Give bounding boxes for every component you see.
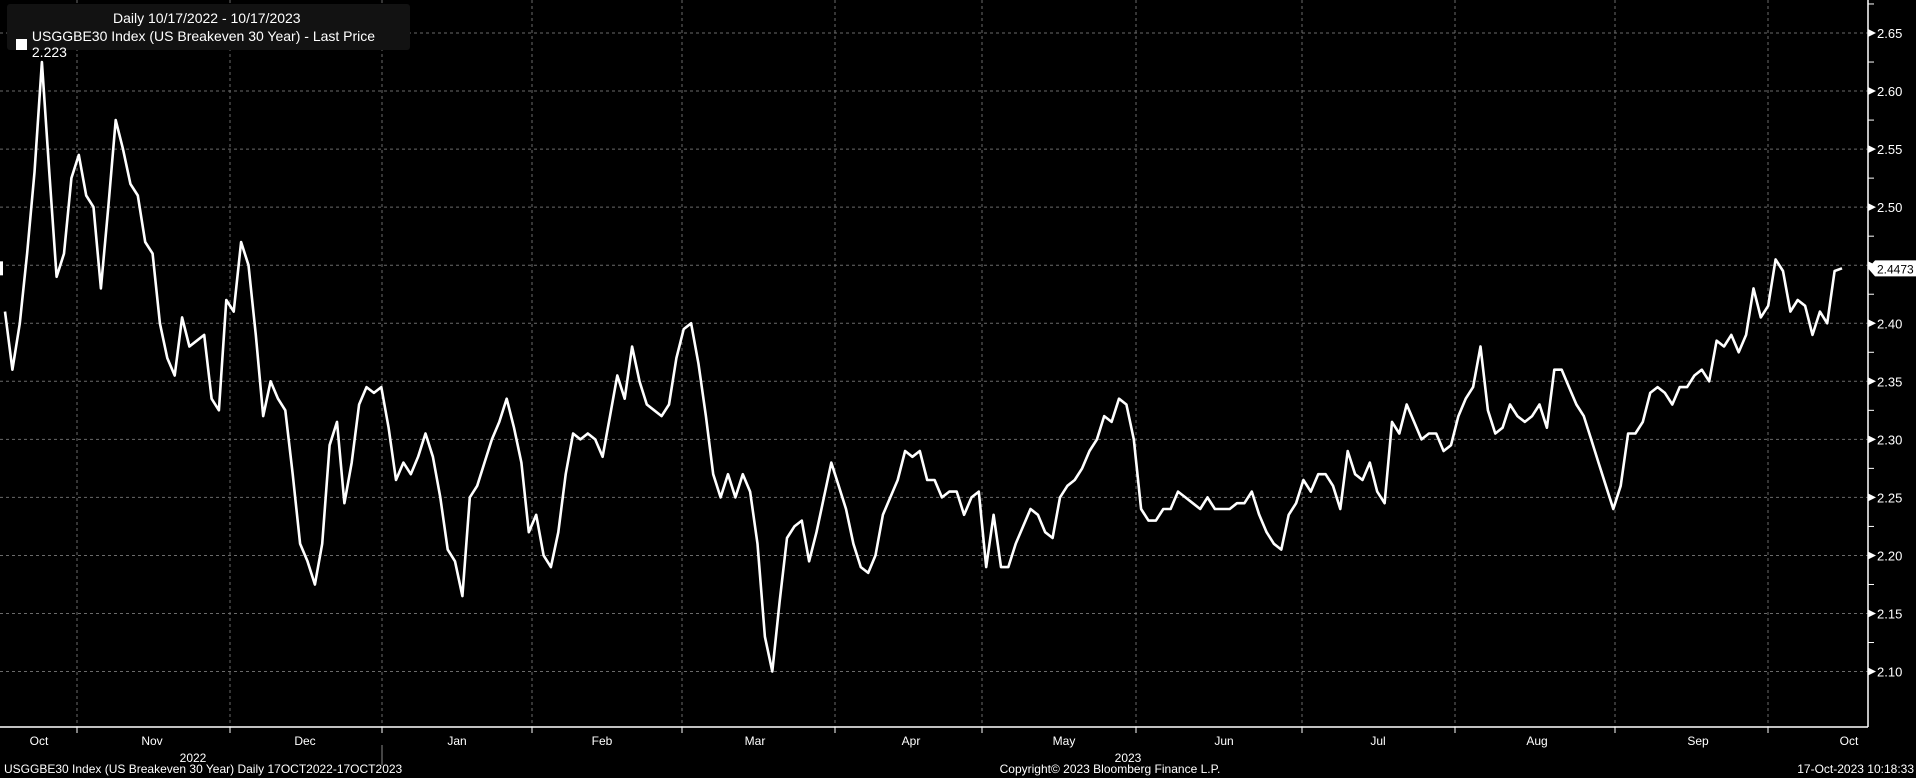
y-tick-marker (1868, 87, 1876, 96)
x-month-label: Nov (141, 734, 162, 748)
x-month-label: Feb (592, 734, 613, 748)
y-tick-label: 2.40 (1877, 316, 1902, 331)
last-price-label: 2.4473 (1877, 262, 1914, 276)
y-tick-label: 2.25 (1877, 490, 1902, 505)
legend-series-label: USGGBE30 Index (US Breakeven 30 Year) - … (31, 28, 376, 60)
y-tick-marker (1868, 667, 1876, 676)
legend: Daily 10/17/2022 - 10/17/2023 USGGBE30 I… (7, 4, 410, 60)
y-tick-label: 2.30 (1877, 432, 1902, 447)
y-tick-marker (1868, 29, 1876, 37)
y-tick-label: 2.55 (1877, 142, 1902, 157)
y-tick-label: 2.10 (1877, 665, 1902, 680)
left-price-marker (0, 261, 3, 276)
y-tick-label: 2.20 (1877, 548, 1902, 563)
x-month-label: Aug (1526, 734, 1547, 748)
x-month-label: Jun (1214, 734, 1233, 748)
series-line (3, 60, 1843, 673)
x-month-label: Sep (1687, 734, 1709, 748)
x-month-label: May (1053, 734, 1076, 748)
y-tick-marker (1868, 609, 1876, 618)
x-month-label: Apr (902, 734, 921, 748)
y-tick-marker (1868, 435, 1876, 444)
x-month-label: Jan (447, 734, 466, 748)
y-tick-marker (1868, 319, 1876, 328)
grid (0, 0, 1868, 727)
legend-entry: USGGBE30 Index (US Breakeven 30 Year) - … (16, 28, 410, 60)
y-tick-label: 2.60 (1877, 84, 1902, 99)
y-tick-marker (1868, 377, 1876, 386)
x-month-label: Oct (1840, 734, 1859, 748)
footer-security: USGGBE30 Index (US Breakeven 30 Year) Da… (4, 762, 403, 776)
y-tick-marker (1868, 203, 1876, 212)
footer-timestamp: 17-Oct-2023 10:18:33 (1797, 762, 1914, 776)
y-tick-marker (1868, 493, 1876, 502)
x-month-label: Jul (1370, 734, 1385, 748)
y-axis: 2.102.152.202.252.302.352.402.452.502.55… (0, 0, 1916, 727)
legend-period: Daily 10/17/2022 - 10/17/2023 (113, 10, 301, 26)
y-tick-marker (1868, 145, 1876, 154)
y-tick-label: 2.50 (1877, 200, 1902, 215)
y-tick-marker (1868, 551, 1876, 560)
line-chart: 2.102.152.202.252.302.352.402.452.502.55… (0, 0, 1916, 765)
y-tick-label: 2.65 (1877, 26, 1902, 41)
footer-copyright: Copyright© 2023 Bloomberg Finance L.P. (999, 762, 1221, 776)
x-month-label: Mar (745, 734, 766, 748)
x-axis: Oct Nov Dec Jan Feb Mar Apr May Jun Jul Aug Sep Oct2… (0, 726, 1868, 765)
x-month-label: Dec (294, 734, 315, 748)
x-month-label: Oct (30, 734, 49, 748)
y-tick-label: 2.35 (1877, 374, 1902, 389)
y-tick-label: 2.15 (1877, 607, 1902, 622)
legend-swatch-icon (16, 38, 27, 50)
